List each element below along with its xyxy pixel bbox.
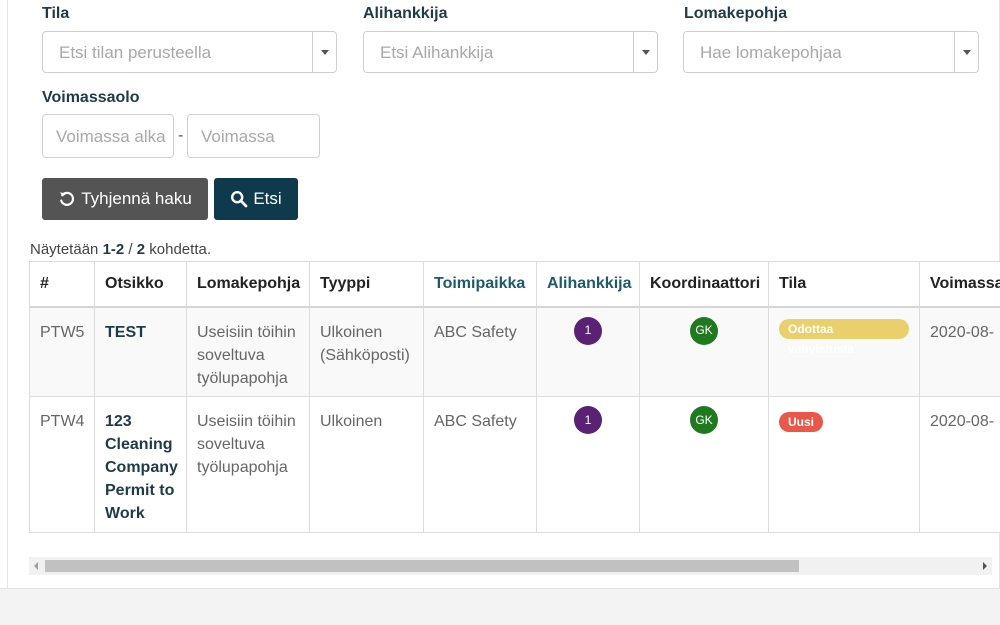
filter-panel: Tila Etsi tilan perusteella Alihankkija … (0, 0, 1000, 589)
table-row[interactable]: PTW5 TEST Useisiin töihin soveltuva työl… (29, 306, 1000, 397)
panel-border (7, 0, 8, 589)
cell-template: Useisiin töihin soveltuva työlupapohja (186, 306, 310, 397)
status-badge: Uusi (779, 412, 824, 432)
cell-status: Odottaa vahvistusta (768, 306, 920, 397)
summary-prefix: Näytetään (30, 241, 99, 258)
lomakepohja-label: Lomakepohja (684, 5, 788, 22)
col-header-site[interactable]: Toimipaikka (423, 261, 537, 308)
coordinator-avatar[interactable]: GK (690, 406, 718, 434)
cell-site: ABC Safety (423, 306, 537, 397)
tila-select[interactable]: Etsi tilan perusteella (42, 31, 337, 73)
search-button[interactable]: Etsi (214, 178, 298, 220)
alihankkija-placeholder: Etsi Alihankkija (380, 43, 494, 62)
coordinator-avatar[interactable]: GK (690, 316, 718, 345)
cell-subcontractor: 1 (536, 396, 640, 533)
col-header-subcontractor[interactable]: Alihankkija (536, 261, 640, 308)
col-header-type[interactable]: Tyyppi (309, 261, 424, 308)
tila-label: Tila (42, 5, 70, 22)
cell-valid: 2020-08- (919, 306, 1000, 397)
cell-title-link[interactable]: 123 Cleaning Company Permit to Work (94, 396, 187, 533)
scrollbar-thumb[interactable] (45, 560, 799, 572)
subcontractor-count-badge[interactable]: 1 (574, 406, 602, 434)
date-range-separator: - (178, 127, 184, 144)
cell-coordinator: GK (639, 396, 769, 533)
summary-suffix: kohdetta. (149, 241, 211, 258)
table-header-row: # Otsikko Lomakepohja Tyyppi Toimipaikka… (29, 261, 1000, 308)
undo-icon (60, 191, 75, 206)
col-header-valid[interactable]: Voimassa (919, 261, 1000, 308)
results-summary: Näytetään 1-2 / 2 kohdetta. (30, 241, 211, 258)
valid-from-input[interactable]: Voimassa alka (42, 114, 174, 158)
col-header-template[interactable]: Lomakepohja (186, 261, 310, 308)
lomakepohja-select[interactable]: Hae lomakepohjaa (683, 31, 979, 73)
chevron-down-icon[interactable] (633, 32, 657, 72)
subcontractor-count-badge[interactable]: 1 (574, 316, 602, 345)
cell-coordinator: GK (639, 306, 769, 397)
search-label: Etsi (253, 189, 282, 208)
cell-id: PTW4 (29, 396, 95, 533)
col-header-coordinator[interactable]: Koordinaattori (639, 261, 769, 308)
cell-title-link[interactable]: TEST (94, 306, 187, 397)
scroll-right-icon[interactable] (983, 562, 987, 570)
search-icon (231, 190, 248, 208)
cell-valid: 2020-08- (919, 396, 1000, 533)
table-row[interactable]: PTW4 123 Cleaning Company Permit to Work… (29, 396, 1000, 533)
tila-placeholder: Etsi tilan perusteella (59, 43, 212, 62)
alihankkija-select[interactable]: Etsi Alihankkija (363, 31, 658, 73)
cell-id: PTW5 (29, 306, 95, 397)
voimassaolo-label: Voimassaolo (42, 89, 140, 106)
cell-type: Ulkoinen (309, 396, 424, 533)
cell-status: Uusi (768, 396, 920, 533)
chevron-down-icon[interactable] (312, 32, 336, 72)
cell-template: Useisiin töihin soveltuva työlupapohja (186, 396, 310, 533)
col-header-id[interactable]: # (29, 261, 95, 308)
alihankkija-label: Alihankkija (363, 5, 448, 22)
status-badge: Odottaa vahvistusta (779, 318, 909, 356)
col-header-status[interactable]: Tila (768, 261, 920, 308)
horizontal-scrollbar[interactable] (29, 557, 992, 575)
lomakepohja-placeholder: Hae lomakepohjaa (700, 43, 842, 62)
summary-total: 2 (136, 241, 146, 258)
cell-type: Ulkoinen (Sähköposti) (309, 306, 424, 397)
permits-grid: # Otsikko Lomakepohja Tyyppi Toimipaikka… (29, 261, 1000, 533)
scroll-left-icon[interactable] (34, 562, 38, 570)
clear-search-label: Tyhjennä haku (81, 189, 192, 208)
valid-from-placeholder: Voimassa alka (56, 127, 166, 146)
col-header-title[interactable]: Otsikko (94, 261, 187, 308)
valid-to-input[interactable]: Voimassa (187, 114, 320, 158)
permits-table: # Otsikko Lomakepohja Tyyppi Toimipaikka… (29, 261, 1000, 533)
clear-search-button[interactable]: Tyhjennä haku (42, 178, 208, 220)
summary-range: 1-2 (102, 241, 125, 258)
summary-separator: / (128, 241, 133, 258)
valid-to-placeholder: Voimassa (201, 127, 275, 146)
cell-subcontractor: 1 (536, 306, 640, 397)
cell-site: ABC Safety (423, 396, 537, 533)
chevron-down-icon[interactable] (954, 32, 978, 72)
